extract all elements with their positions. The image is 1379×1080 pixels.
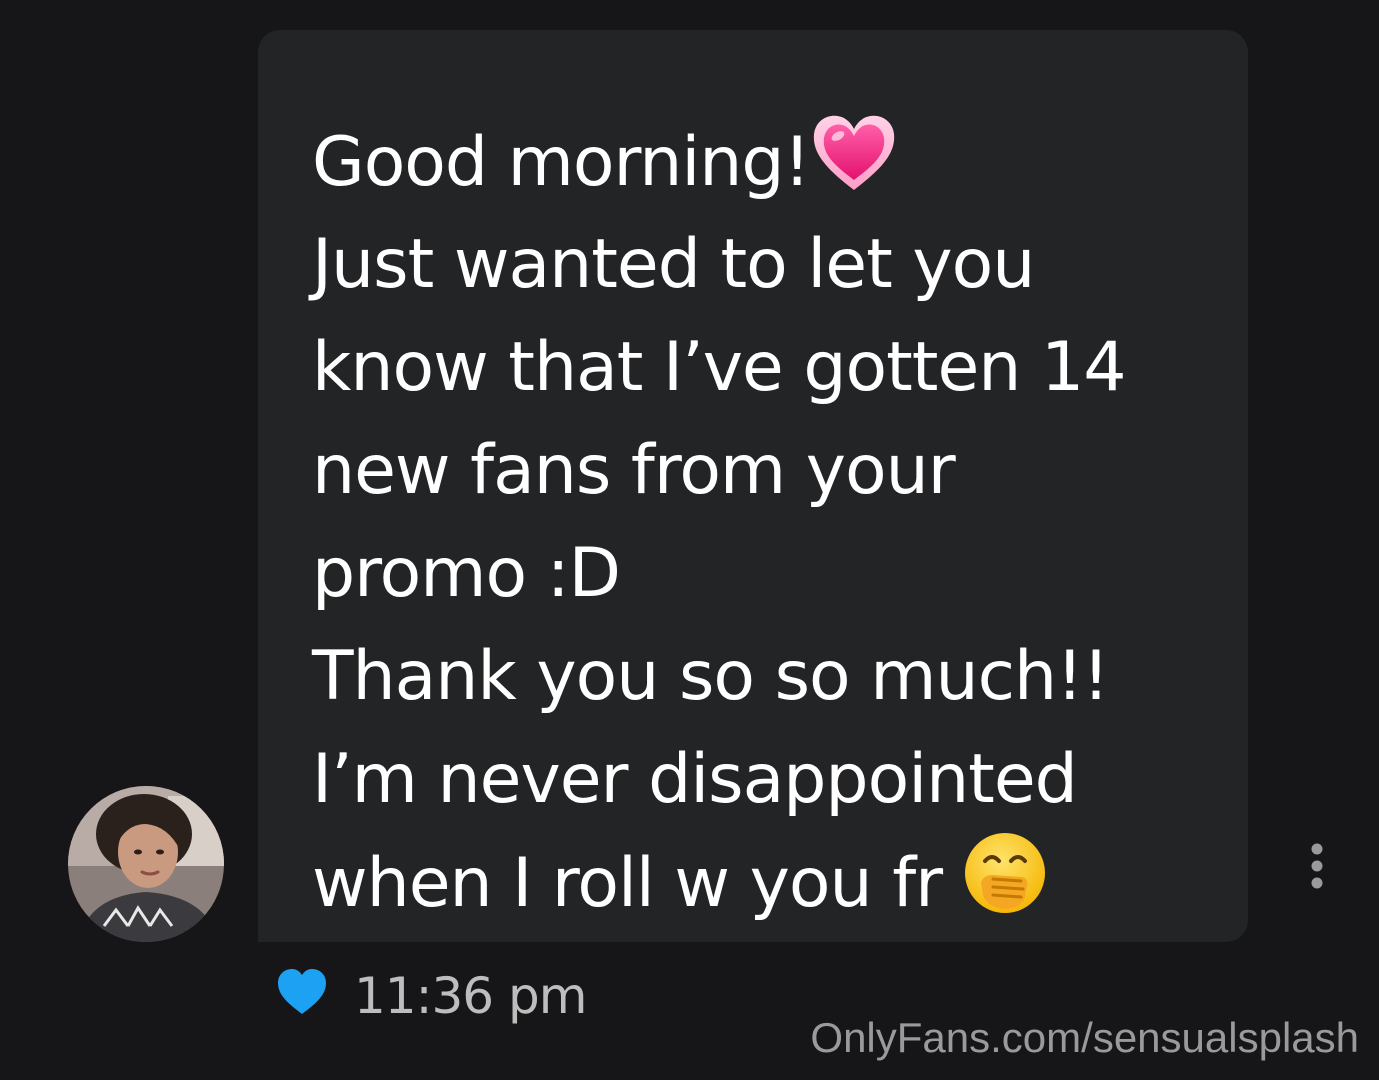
like-heart-icon[interactable] — [276, 968, 328, 1016]
message-line: Good morning! — [312, 110, 1248, 213]
message-bubble[interactable]: Good morning! Just wanted to let you kno… — [258, 30, 1248, 942]
growing-heart-icon — [810, 110, 898, 223]
avatar[interactable] — [68, 786, 224, 942]
message-line: promo :D — [312, 534, 621, 613]
face-with-hand-over-mouth-icon — [963, 831, 1047, 944]
message-line: Just wanted to let you — [312, 225, 1035, 304]
message-line: when I roll w you fr — [312, 831, 1248, 934]
watermark: OnlyFans.com/sensualsplash — [810, 1014, 1359, 1061]
message-line: new fans from your — [312, 431, 956, 510]
more-options-icon[interactable] — [1306, 840, 1328, 892]
message-line: Thank you so so much!! — [312, 637, 1110, 716]
message-line: know that I’ve gotten 14 — [312, 328, 1127, 407]
message-timestamp: 11:36 pm — [354, 967, 587, 1025]
message-line: I’m never disappointed — [312, 740, 1078, 819]
